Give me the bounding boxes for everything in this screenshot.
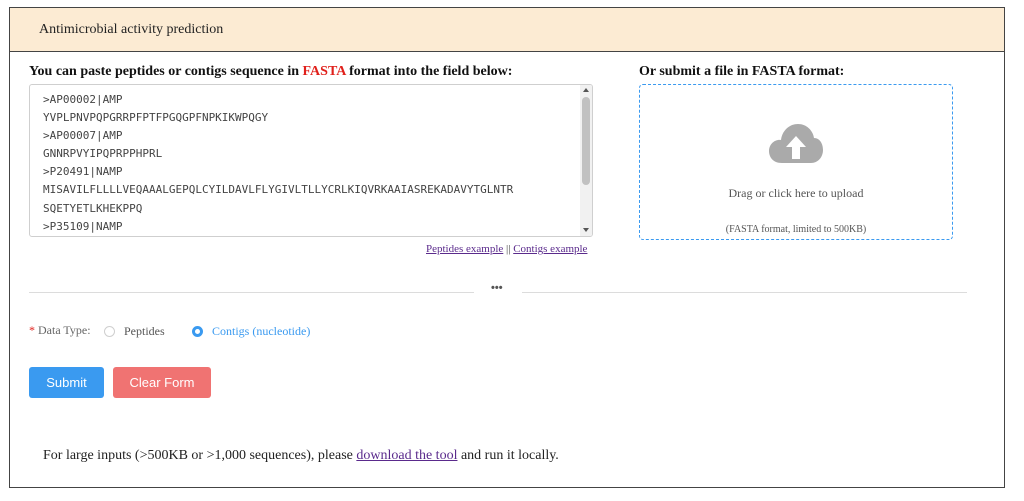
data-type-text: Data Type:: [38, 323, 91, 337]
radio-contigs-label: Contigs (nucleotide): [212, 324, 311, 338]
footer-text: For large inputs (>500KB or >1,000 seque…: [43, 448, 357, 463]
scroll-down-arrow-icon[interactable]: [583, 228, 589, 232]
radio-contigs[interactable]: Contigs (nucleotide): [192, 324, 310, 339]
divider-line-left: [29, 292, 474, 293]
textarea-scrollbar[interactable]: [580, 85, 592, 236]
contigs-example-link[interactable]: Contigs example: [513, 243, 587, 255]
upload-section-title: Or submit a file in FASTA format:: [639, 64, 845, 79]
fasta-highlight: FASTA: [302, 64, 346, 79]
radio-peptides-label: Peptides: [124, 324, 165, 338]
required-mark: *: [29, 323, 35, 337]
file-upload-dropzone[interactable]: Drag or click here to upload (FASTA form…: [639, 84, 953, 240]
scroll-up-arrow-icon[interactable]: [583, 88, 589, 92]
panel-header: Antimicrobial activity prediction: [10, 8, 1004, 52]
clear-form-button[interactable]: Clear Form: [113, 367, 211, 398]
upload-hint: (FASTA format, limited to 500KB): [725, 224, 867, 235]
paste-title-text: You can paste peptides or contigs sequen…: [29, 64, 303, 79]
radio-peptides-circle[interactable]: [104, 325, 115, 337]
footer-note: For large inputs (>500KB or >1,000 seque…: [43, 448, 559, 464]
divider-line-right: [522, 292, 967, 293]
panel-title: Antimicrobial activity prediction: [39, 22, 224, 37]
links-separator: ||: [506, 243, 511, 255]
scrollbar-thumb[interactable]: [582, 97, 590, 185]
upload-instruction: Drag or click here to upload: [728, 186, 864, 200]
divider-dots: •••: [491, 282, 503, 294]
sequence-textarea[interactable]: >AP00002|AMP YVPLPNVPQPGRRPFPTFPGQGPFNPK…: [29, 84, 593, 237]
peptides-example-link[interactable]: Peptides example: [426, 243, 503, 255]
paste-section-title: You can paste peptides or contigs sequen…: [29, 64, 512, 80]
sequence-text[interactable]: >AP00002|AMP YVPLPNVPQPGRRPFPTFPGQGPFNPK…: [43, 91, 513, 236]
radio-peptides[interactable]: Peptides: [104, 324, 165, 339]
data-type-label: * Data Type:: [29, 323, 91, 338]
paste-title-suffix: format into the field below:: [345, 64, 513, 79]
example-links: Peptides example || Contigs example: [426, 243, 587, 255]
submit-button[interactable]: Submit: [29, 367, 104, 398]
download-tool-link[interactable]: download the tool: [356, 448, 457, 463]
footer-text-end: and run it locally.: [457, 448, 559, 463]
cloud-upload-icon: [769, 124, 823, 163]
radio-contigs-circle[interactable]: [192, 325, 203, 337]
